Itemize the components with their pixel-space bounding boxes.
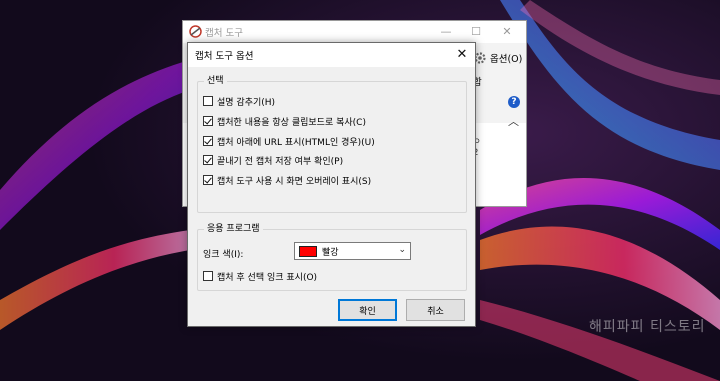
checkbox-label: 캡처한 내용을 항상 클립보드로 복사(C)	[217, 117, 366, 128]
options-button[interactable]: 옵션(O)	[473, 49, 522, 67]
application-group-label: 응용 프로그램	[204, 223, 263, 235]
checkbox-label: 캡처 도구 사용 시 화면 오버레이 표시(S)	[217, 176, 372, 187]
checkbox-label: 캡처 아래에 URL 표시(HTML인 경우)(U)	[217, 137, 375, 148]
checkbox-box[interactable]	[203, 155, 213, 165]
show-url-checkbox[interactable]: 캡처 아래에 URL 표시(HTML인 경우)(U)	[203, 134, 375, 148]
snipping-options-dialog: 캡처 도구 옵션 ✕ 선택 설명 감추기(H) 캡처한 내용을 항상 클립보드로…	[187, 42, 476, 327]
cancel-button[interactable]: 취소	[406, 299, 465, 321]
selection-group: 선택 설명 감추기(H) 캡처한 내용을 항상 클립보드로 복사(C) 캡처 아…	[197, 75, 467, 213]
checkbox-box[interactable]	[203, 96, 213, 106]
application-group: 응용 프로그램 잉크 색(I): 빨강 ⌄ 캡처 후 선택 잉크 표시(O)	[197, 223, 467, 291]
ink-color-swatch	[299, 245, 317, 257]
close-icon[interactable]: ✕	[492, 23, 522, 41]
options-label: 옵션(O)	[490, 54, 523, 65]
selection-group-label: 선택	[204, 75, 227, 87]
show-ink-checkbox[interactable]: 캡처 후 선택 잉크 표시(O)	[203, 269, 317, 283]
minimize-icon[interactable]: —	[431, 23, 461, 41]
prompt-save-checkbox[interactable]: 끝내기 전 캡처 저장 여부 확인(P)	[203, 153, 343, 167]
ok-button[interactable]: 확인	[338, 299, 397, 321]
chevron-down-icon: ⌄	[398, 245, 406, 255]
checkbox-box[interactable]	[203, 136, 213, 146]
hide-instructions-checkbox[interactable]: 설명 감추기(H)	[203, 94, 275, 108]
checkbox-label: 설명 감추기(H)	[217, 97, 276, 108]
close-icon[interactable]: ✕	[453, 46, 471, 64]
snipping-tool-titlebar: 캡처 도구 — ☐ ✕	[183, 21, 526, 43]
checkbox-label: 캡처 후 선택 잉크 표시(O)	[217, 272, 318, 283]
checkbox-box[interactable]	[203, 271, 213, 281]
checkbox-label: 끝내기 전 캡처 저장 여부 확인(P)	[217, 156, 344, 167]
checkbox-box[interactable]	[203, 116, 213, 126]
ink-color-select[interactable]: 빨강 ⌄	[294, 242, 411, 260]
ink-color-value: 빨강	[322, 247, 339, 258]
ink-color-label: 잉크 색(I):	[203, 250, 244, 260]
show-overlay-checkbox[interactable]: 캡처 도구 사용 시 화면 오버레이 표시(S)	[203, 173, 371, 187]
chevron-up-icon[interactable]: ︿	[508, 113, 520, 128]
dialog-title: 캡처 도구 옵션	[195, 51, 254, 62]
snipping-tool-title: 캡처 도구	[205, 28, 243, 39]
checkbox-box[interactable]	[203, 175, 213, 185]
maximize-icon[interactable]: ☐	[461, 23, 491, 41]
copy-to-clipboard-checkbox[interactable]: 캡처한 내용을 항상 클립보드로 복사(C)	[203, 114, 366, 128]
app-icon	[189, 25, 202, 38]
dialog-titlebar: 캡처 도구 옵션 ✕	[188, 43, 475, 67]
watermark-text: 해피파피 티스토리	[589, 319, 706, 335]
help-icon[interactable]: ?	[508, 96, 520, 108]
